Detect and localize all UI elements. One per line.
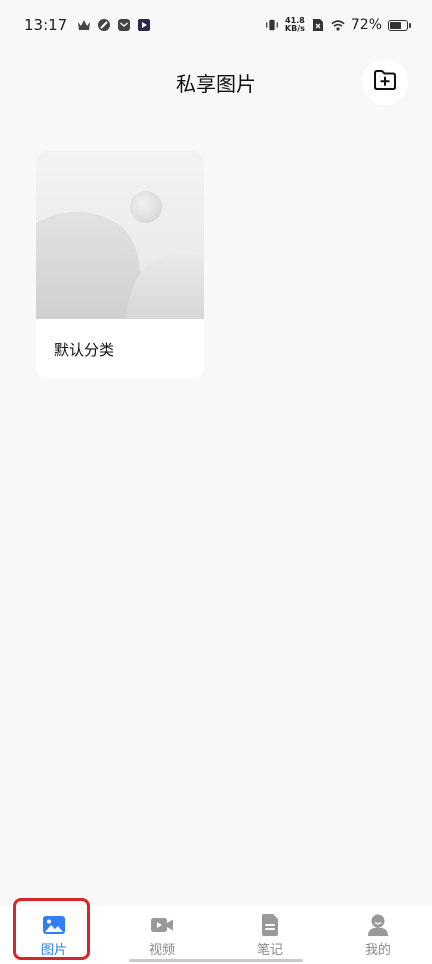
status-time: 13:17 bbox=[24, 16, 68, 34]
album-name: 默认分类 bbox=[54, 340, 115, 359]
battery-icon bbox=[388, 19, 411, 31]
album-thumbnail bbox=[36, 151, 204, 319]
battery-percent: 72% bbox=[350, 17, 382, 33]
video-icon bbox=[150, 913, 174, 937]
play-app-icon bbox=[137, 18, 151, 32]
album-card-default[interactable]: 默认分类 bbox=[36, 151, 204, 379]
bottom-nav: 图片 视频 笔记 我的 bbox=[0, 906, 432, 964]
nav-label-profile: 我的 bbox=[364, 942, 391, 958]
status-left: 13:17 bbox=[24, 16, 151, 34]
nav-label-videos: 视频 bbox=[148, 942, 175, 958]
image-icon bbox=[42, 913, 66, 937]
nav-item-profile[interactable]: 我的 bbox=[324, 906, 432, 964]
add-folder-button[interactable] bbox=[362, 59, 408, 105]
nav-item-videos[interactable]: 视频 bbox=[108, 906, 216, 964]
page-title: 私享图片 bbox=[176, 71, 256, 96]
crown-icon bbox=[77, 18, 91, 32]
status-right: 41.8 KB/s 72% bbox=[265, 17, 411, 33]
net-speed-unit: KB/s bbox=[284, 24, 305, 33]
battery-fill bbox=[390, 21, 402, 29]
status-bar: 13:17 41.8 KB/s 72% bbox=[0, 0, 432, 50]
wifi-icon bbox=[331, 18, 345, 32]
nav-label-images: 图片 bbox=[40, 942, 67, 958]
folder-plus-icon bbox=[372, 68, 398, 96]
mail-app-icon bbox=[117, 18, 131, 32]
note-icon bbox=[258, 913, 282, 937]
nav-item-images[interactable]: 图片 bbox=[0, 906, 108, 964]
leaf-app-icon bbox=[97, 18, 111, 32]
nav-item-notes[interactable]: 笔记 bbox=[216, 906, 324, 964]
profile-icon bbox=[366, 913, 390, 937]
header: 私享图片 bbox=[0, 56, 432, 108]
home-indicator[interactable] bbox=[129, 959, 303, 962]
no-sim-icon bbox=[311, 18, 325, 32]
nav-label-notes: 笔记 bbox=[256, 942, 283, 958]
vibrate-icon bbox=[265, 18, 279, 32]
image-placeholder-icon bbox=[36, 151, 204, 319]
net-speed: 41.8 KB/s bbox=[285, 17, 305, 33]
